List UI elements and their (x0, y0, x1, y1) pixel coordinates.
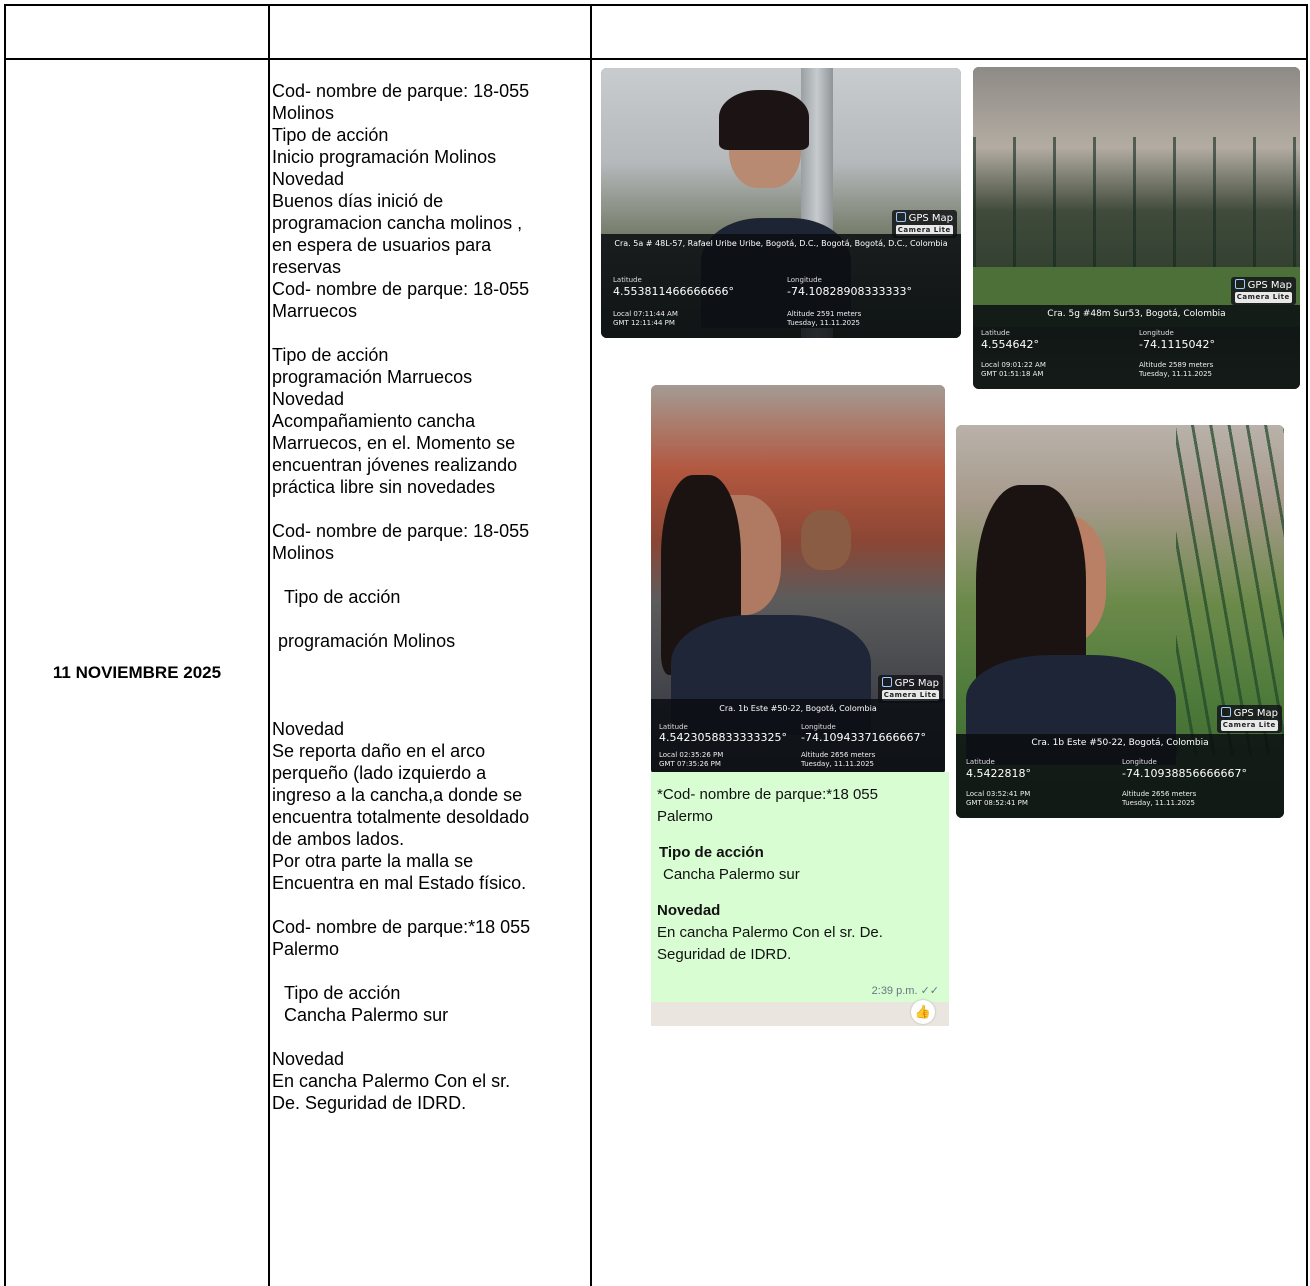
news-text: En cancha Palermo Con el sr. (272, 1071, 511, 1091)
col-divider-1 (268, 4, 270, 1286)
news-text: en espera de usuarios para (272, 235, 492, 255)
news-title: Novedad (272, 719, 345, 739)
news-text: Se reporta daño en el arco (272, 741, 486, 761)
geo-infobar: Cra. 5g #48m Sur53, Bogotá, Colombia Lat… (973, 305, 1300, 389)
table-right-border (1306, 4, 1308, 1286)
altitude: Altitude 2656 meters (1122, 790, 1197, 798)
park-name-line: Palermo (272, 939, 340, 959)
chat-action-value: Cancha Palermo sur (663, 866, 800, 883)
park-code-line: Cod- nombre de parque: 18-055 (272, 279, 530, 299)
chat-news-text: Seguridad de IDRD. (657, 946, 792, 963)
news-title: Novedad (272, 169, 345, 189)
longitude-value: -74.10938856666667° (1122, 767, 1247, 780)
park-name-line: Molinos (272, 103, 335, 123)
geo-infobar: Cra. 1b Este #50-22, Bogotá, Colombia La… (956, 734, 1284, 818)
news-text: práctica libre sin novedades (272, 477, 496, 497)
longitude-value: -74.10943371666667° (801, 731, 926, 744)
photo-address: Cra. 5g #48m Sur53, Bogotá, Colombia (1047, 309, 1226, 319)
news-text: encuentran jóvenes realizando (272, 455, 518, 475)
camera-icon (881, 677, 892, 687)
gmt-time: GMT 08:52:41 PM (966, 799, 1028, 807)
message-time: 2:39 p.m. ✓✓ (871, 985, 939, 997)
news-text: Buenos días inició de (272, 191, 444, 211)
gmt-time: GMT 12:11:44 PM (613, 319, 675, 327)
action-type-value: programación Marruecos (272, 367, 473, 387)
news-text: encuentra totalmente desoldado (272, 807, 530, 827)
chat-message-bubble: *Cod- nombre de parque:*18 055 Palermo T… (651, 772, 949, 1026)
table-top-border (4, 4, 1308, 6)
park-code-line: Cod- nombre de parque: 18-055 (272, 81, 530, 101)
park-code-line: Cod- nombre de parque: 18-055 (272, 521, 530, 541)
latitude-value: 4.5423058833333325° (659, 731, 787, 744)
news-text: De. Seguridad de IDRD. (272, 1093, 467, 1113)
latitude-value: 4.5422818° (966, 767, 1031, 780)
gmt-time: GMT 01:51:18 AM (981, 370, 1044, 378)
camera-icon (1220, 707, 1231, 717)
park-code-line: Cod- nombre de parque:*18 055 (272, 917, 531, 937)
action-type-value: Inicio programación Molinos (272, 147, 497, 167)
geotag-photo-4: GPS Map Camera Lite Cra. 1b Este #50-22,… (956, 425, 1284, 818)
date-stamp: Tuesday, 11.11.2025 (1139, 370, 1213, 378)
geotag-photo-3: GPS Map Camera Lite Cra. 1b Este #50-22,… (651, 385, 945, 775)
longitude-value: -74.10828908333333° (787, 285, 912, 298)
action-type-title: Tipo de acción (284, 983, 401, 1003)
news-text: Acompañamiento cancha (272, 411, 476, 431)
report-text-cell: Cod- nombre de parque: 18-055 Molinos Ti… (272, 80, 588, 1114)
altitude: Altitude 2589 meters (1139, 361, 1214, 369)
local-time: Local 02:35:26 PM (659, 751, 724, 759)
chat-park-name: Palermo (657, 808, 713, 825)
geo-infobar: Cra. 1b Este #50-22, Bogotá, Colombia La… (651, 699, 945, 775)
gmt-time: GMT 07:35:26 PM (659, 760, 721, 768)
camera-icon (1234, 279, 1245, 289)
news-text: de ambos lados. (272, 829, 405, 849)
local-time: Local 03:52:41 PM (966, 790, 1031, 798)
action-type-title: Tipo de acción (272, 345, 389, 365)
chat-news-text: En cancha Palermo Con el sr. De. (657, 924, 883, 941)
action-type-value: Cancha Palermo sur (284, 1005, 449, 1025)
photo-address: Cra. 1b Este #50-22, Bogotá, Colombia (719, 704, 877, 713)
altitude: Altitude 2591 meters (787, 310, 862, 318)
report-date: 11 NOVIEMBRE 2025 (52, 663, 222, 682)
park-name-line: Molinos (272, 543, 335, 563)
chat-park-code: *Cod- nombre de parque:*18 055 (657, 786, 878, 803)
news-text: Por otra parte la malla se (272, 851, 474, 871)
date-stamp: Tuesday, 11.11.2025 (787, 319, 861, 327)
date-stamp: Tuesday, 11.11.2025 (801, 760, 875, 768)
geotag-photo-2: GPS Map Camera Lite Cra. 5g #48m Sur53, … (973, 67, 1300, 389)
latitude-value: 4.554642° (981, 338, 1039, 351)
action-type-title: Tipo de acción (272, 125, 389, 145)
gps-map-badge: GPS Map Camera Lite (1230, 277, 1296, 305)
news-text: Marruecos, en el. Momento se (272, 433, 516, 453)
camera-icon (895, 212, 906, 222)
double-check-icon: ✓✓ (920, 985, 939, 997)
chat-action-title: Tipo de acción (659, 844, 764, 861)
action-type-title: Tipo de acción (284, 587, 401, 607)
news-text: perqueño (lado izquierdo a (272, 763, 487, 783)
photo-address: Cra. 5a # 48L-57, Rafael Uribe Uribe, Bo… (614, 239, 948, 248)
local-time: Local 07:11:44 AM (613, 310, 678, 318)
geotag-photo-1: GPS Map Camera Lite Cra. 5a # 48L-57, Ra… (601, 68, 961, 338)
latitude-value: 4.553811466666666° (613, 285, 734, 298)
news-text: reservas (272, 257, 342, 277)
col-divider-2 (590, 4, 592, 1286)
longitude-value: -74.1115042° (1139, 338, 1215, 351)
gps-map-badge: GPS Map Camera Lite (1216, 705, 1282, 733)
news-text: programacion cancha molinos , (272, 213, 523, 233)
park-name-line: Marruecos (272, 301, 358, 321)
news-title: Novedad (272, 389, 345, 409)
geo-infobar: Cra. 5a # 48L-57, Rafael Uribe Uribe, Bo… (601, 234, 961, 338)
chat-background (651, 1002, 949, 1026)
chat-news-title: Novedad (657, 902, 721, 919)
news-text: ingreso a la cancha,a donde se (272, 785, 523, 805)
photo-address: Cra. 1b Este #50-22, Bogotá, Colombia (1031, 738, 1209, 748)
local-time: Local 09:01:22 AM (981, 361, 1046, 369)
altitude: Altitude 2656 meters (801, 751, 876, 759)
thumbs-up-reaction-icon[interactable]: 👍 (911, 1000, 935, 1024)
news-text: Encuentra en mal Estado físico. (272, 873, 527, 893)
date-cell: 11 NOVIEMBRE 2025 (6, 60, 268, 1286)
news-title: Novedad (272, 1049, 345, 1069)
action-type-value: programación Molinos (278, 631, 456, 651)
date-stamp: Tuesday, 11.11.2025 (1122, 799, 1196, 807)
